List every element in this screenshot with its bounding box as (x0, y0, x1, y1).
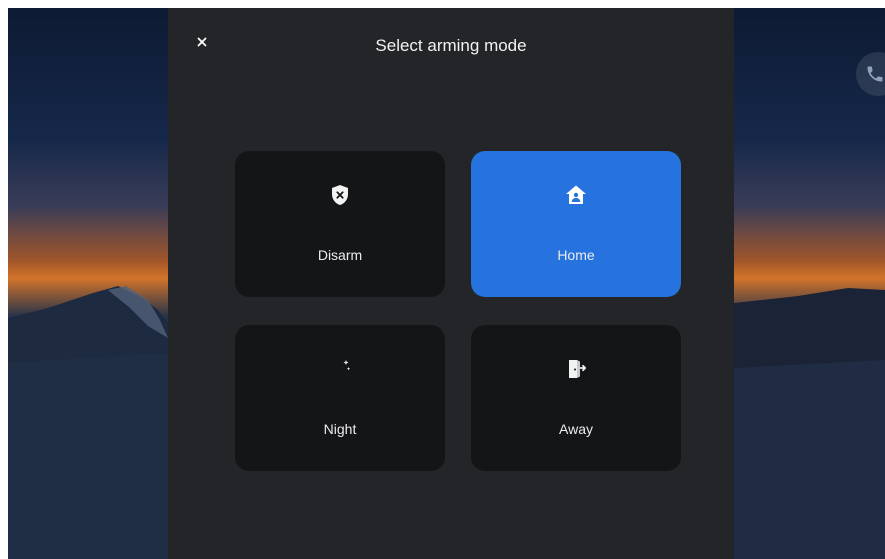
dialog-title: Select arming mode (375, 36, 527, 55)
mode-tile-away[interactable]: Away (471, 325, 681, 471)
shield-x-icon (332, 185, 348, 205)
moon-stars-icon (331, 360, 351, 379)
mode-label-disarm: Disarm (317, 247, 363, 263)
door-exit-icon (569, 360, 587, 378)
mode-tile-home[interactable]: Home (471, 151, 681, 297)
mode-label-away: Away (559, 421, 593, 437)
mode-tile-disarm[interactable]: Disarm (235, 151, 445, 297)
mode-tile-night[interactable]: Night (235, 325, 445, 471)
screen: Select arming mode Disarm Home Night Awa… (8, 8, 885, 559)
arming-mode-dialog: Select arming mode Disarm Home Night Awa… (168, 8, 734, 559)
home-person-icon (566, 185, 586, 204)
phone-icon (867, 66, 883, 82)
mode-label-night: Night (323, 421, 357, 437)
mode-label-home: Home (557, 247, 595, 263)
